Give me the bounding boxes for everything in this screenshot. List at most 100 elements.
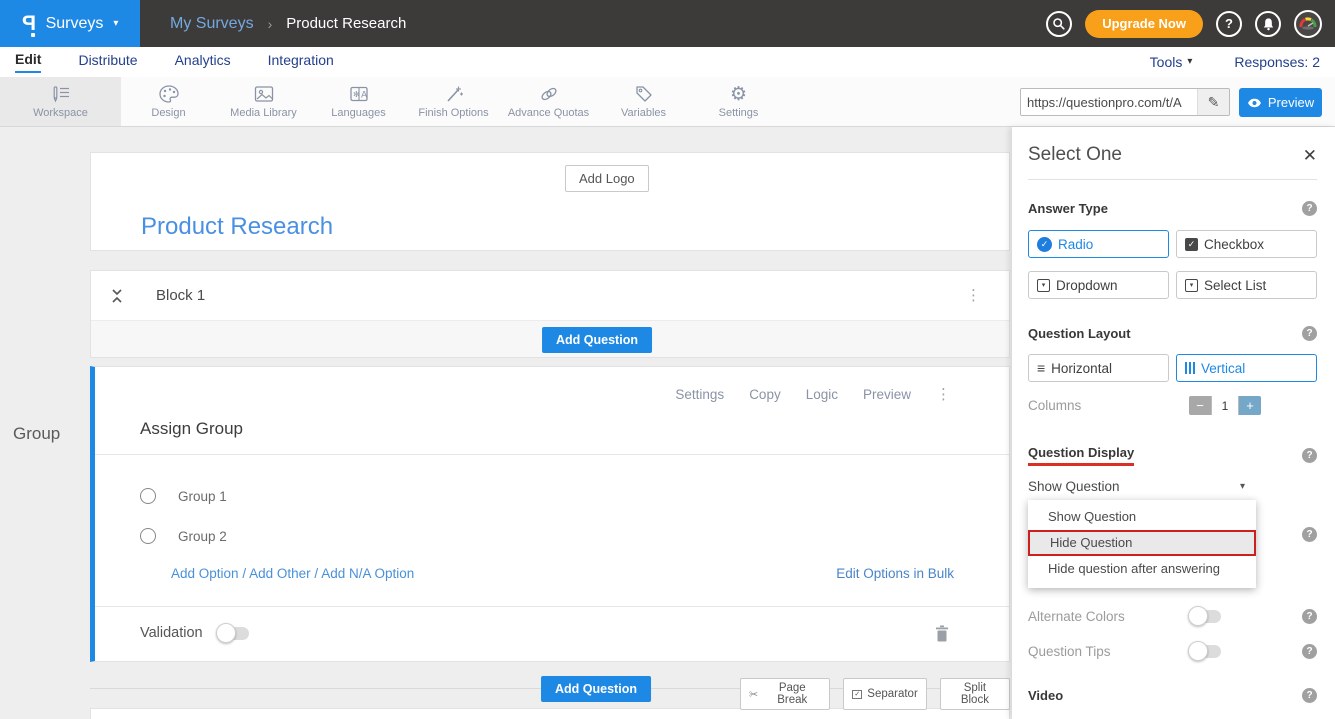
plus-icon[interactable]: + <box>1239 396 1261 415</box>
layout-horizontal[interactable]: ≡ Horizontal <box>1028 354 1169 382</box>
question-actions: Settings Copy Logic Preview ⋮ <box>675 387 951 402</box>
question-logic-link[interactable]: Logic <box>806 387 838 402</box>
svg-text:✻: ✻ <box>353 90 360 99</box>
toolbar-item-media-library[interactable]: Media Library <box>216 77 311 126</box>
toolbar-item-variables[interactable]: Variables <box>596 77 691 126</box>
surveys-menu[interactable]: P Surveys ▾ <box>0 0 140 47</box>
block-header: Block 1 ⋮ <box>91 271 1009 321</box>
tools-menu[interactable]: Tools ▾ <box>1150 54 1193 70</box>
question-display-value[interactable]: Show Question <box>1028 479 1120 494</box>
app-window: P Surveys ▾ My Surveys › Product Researc… <box>0 0 1335 719</box>
tab-analytics[interactable]: Analytics <box>175 52 231 72</box>
question-settings-link[interactable]: Settings <box>675 387 724 402</box>
columns-input[interactable] <box>1211 396 1239 415</box>
split-block-button[interactable]: Split Block <box>940 678 1010 710</box>
minus-icon[interactable]: − <box>1189 396 1211 415</box>
toolbar-item-languages[interactable]: ✻A Languages <box>311 77 406 126</box>
question-title[interactable]: Assign Group <box>140 419 1009 439</box>
edit-url-button[interactable]: ✎ <box>1197 89 1229 115</box>
add-logo-button[interactable]: Add Logo <box>565 165 649 192</box>
toggle-knob <box>1188 641 1208 661</box>
question-tips-label: Question Tips <box>1028 644 1111 659</box>
add-option-link[interactable]: Add Option <box>171 566 239 581</box>
toolbar-item-label: Variables <box>621 107 666 119</box>
close-icon[interactable]: ✕ <box>1303 147 1317 164</box>
survey-url-input[interactable] <box>1021 89 1197 115</box>
answer-type-select-list[interactable]: ▾ Select List <box>1176 271 1317 299</box>
option-row[interactable]: Group 1 <box>140 486 1009 506</box>
alternate-colors-row: Alternate Colors ? <box>1028 608 1317 625</box>
layout-vertical[interactable]: Vertical <box>1176 354 1317 382</box>
question-display-select[interactable]: Show Question ▾ <box>1028 478 1317 495</box>
survey-url-field: ✎ <box>1020 88 1230 116</box>
question-settings-panel: Select One ✕ Answer Type ? ✓ Radio ✓ Che… <box>1012 127 1335 719</box>
help-button[interactable]: ? <box>1216 11 1242 37</box>
notifications-button[interactable] <box>1255 11 1281 37</box>
design-icon <box>158 84 180 104</box>
option-label[interactable]: Group 2 <box>178 529 227 544</box>
toolbar-item-advance-quotas[interactable]: Advance Quotas <box>501 77 596 126</box>
edit-options-in-bulk-link[interactable]: Edit Options in Bulk <box>836 566 954 581</box>
tab-edit[interactable]: Edit <box>15 51 41 73</box>
help-icon[interactable]: ? <box>1302 644 1317 659</box>
validation-row: Validation <box>140 625 249 641</box>
radio-icon[interactable] <box>140 528 156 544</box>
block-card: Block 1 ⋮ Add Question <box>90 270 1010 358</box>
question-tips-toggle[interactable] <box>1189 645 1221 658</box>
add-question-button[interactable]: Add Question <box>542 327 652 353</box>
validation-toggle[interactable] <box>217 627 249 640</box>
tab-integration[interactable]: Integration <box>268 52 334 72</box>
delete-question-button[interactable] <box>935 625 949 647</box>
option-row[interactable]: Group 2 <box>140 526 1009 546</box>
survey-title[interactable]: Product Research <box>141 213 333 241</box>
add-other-link[interactable]: Add Other <box>249 566 311 581</box>
block-title[interactable]: Block 1 <box>156 287 205 304</box>
eye-icon <box>1247 98 1262 108</box>
toolbar-item-design[interactable]: Design <box>121 77 216 126</box>
breadcrumb-separator-icon: › <box>268 16 273 32</box>
radio-icon[interactable] <box>140 488 156 504</box>
menu-item-hide-question[interactable]: Hide Question <box>1028 530 1256 556</box>
divider <box>1028 179 1317 180</box>
toolbar-item-settings[interactable]: ⚙ Settings <box>691 77 786 126</box>
question-tips-row: Question Tips ? <box>1028 643 1317 660</box>
columns-row: Columns − + <box>1028 396 1317 415</box>
responses-count[interactable]: Responses: 2 <box>1234 54 1320 70</box>
collapse-block-icon[interactable] <box>111 288 123 304</box>
option-label[interactable]: Group 1 <box>178 489 227 504</box>
tab-distribute[interactable]: Distribute <box>78 52 137 72</box>
breadcrumb-my-surveys[interactable]: My Surveys <box>170 15 254 33</box>
answer-type-option-label: Radio <box>1058 237 1093 252</box>
page-break-button[interactable]: ✂ Page Break <box>740 678 830 710</box>
menu-item-hide-after-answering[interactable]: Hide question after answering <box>1028 556 1256 582</box>
alternate-colors-toggle[interactable] <box>1189 610 1221 623</box>
advance-quotas-icon <box>537 84 561 104</box>
toolbar-item-label: Advance Quotas <box>508 107 589 119</box>
menu-item-show-question[interactable]: Show Question <box>1028 504 1256 530</box>
preview-button[interactable]: Preview <box>1239 88 1322 117</box>
help-icon[interactable]: ? <box>1302 609 1317 624</box>
radio-check-icon: ✓ <box>1037 237 1052 252</box>
question-menu-icon[interactable]: ⋮ <box>936 387 951 402</box>
toolbar-item-finish-options[interactable]: Finish Options <box>406 77 501 126</box>
add-na-option-link[interactable]: Add N/A Option <box>321 566 414 581</box>
link-separator: / <box>242 566 246 581</box>
question-preview-link[interactable]: Preview <box>863 387 911 402</box>
add-question-button[interactable]: Add Question <box>541 676 651 702</box>
help-icon[interactable]: ? <box>1302 326 1317 341</box>
help-icon[interactable]: ? <box>1302 688 1317 703</box>
answer-type-dropdown[interactable]: ▾ Dropdown <box>1028 271 1169 299</box>
block-menu-icon[interactable]: ⋮ <box>966 288 981 303</box>
upgrade-now-button[interactable]: Upgrade Now <box>1085 10 1203 38</box>
answer-type-radio[interactable]: ✓ Radio <box>1028 230 1169 258</box>
avatar[interactable] <box>1294 10 1322 38</box>
answer-type-checkbox[interactable]: ✓ Checkbox <box>1176 230 1317 258</box>
separator-button[interactable]: ✓ Separator <box>843 678 927 710</box>
help-icon[interactable]: ? <box>1302 201 1317 216</box>
search-button[interactable] <box>1046 11 1072 37</box>
select-list-icon: ▾ <box>1185 279 1198 292</box>
question-copy-link[interactable]: Copy <box>749 387 781 402</box>
toolbar-item-workspace[interactable]: Workspace <box>0 77 121 126</box>
help-icon[interactable]: ? <box>1302 448 1317 463</box>
help-icon[interactable]: ? <box>1302 527 1317 542</box>
